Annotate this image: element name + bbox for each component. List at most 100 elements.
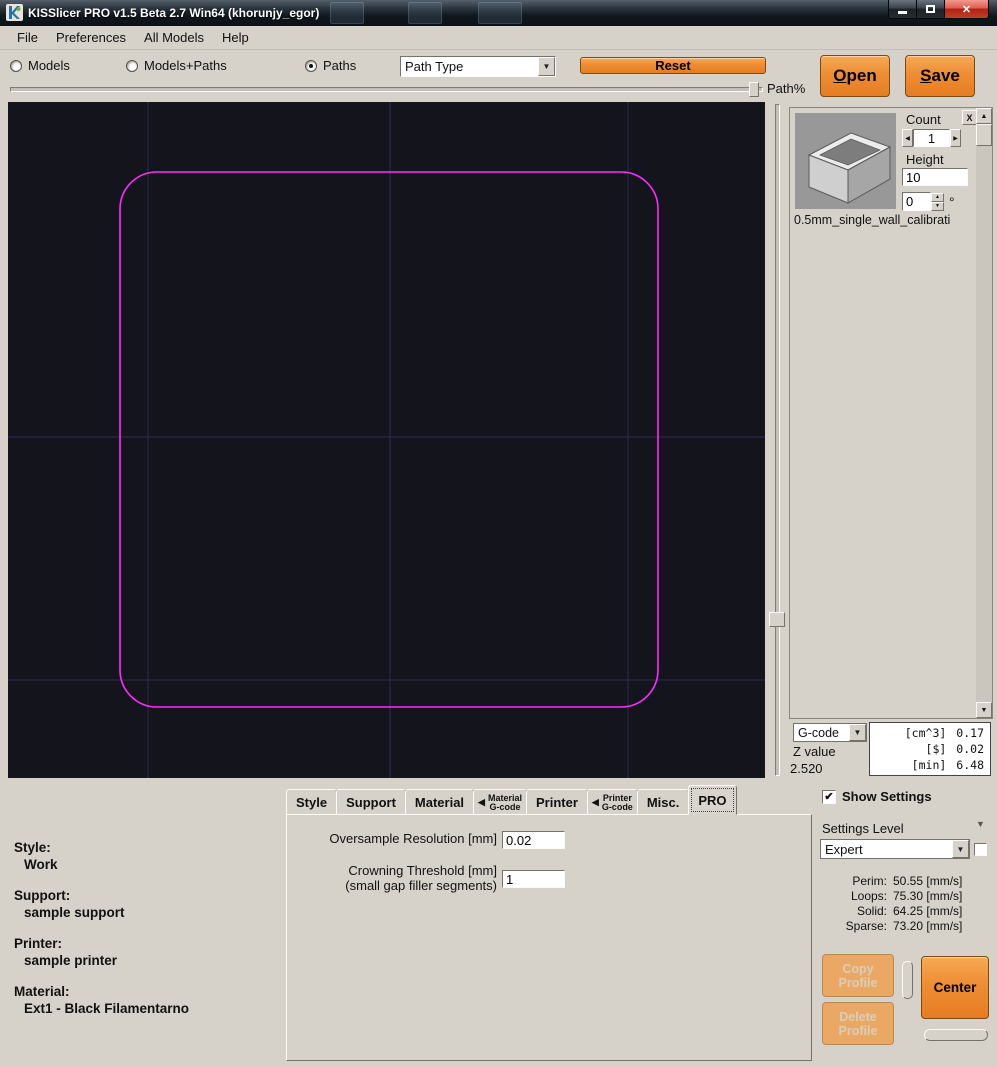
summary-style-label: Style: bbox=[14, 840, 189, 855]
delete-profile-button[interactable]: DeleteProfile bbox=[822, 1002, 894, 1045]
close-icon: ✕ bbox=[962, 3, 971, 16]
model-delete-button[interactable]: X bbox=[962, 110, 977, 125]
tab-printer-gcode[interactable]: ◀ PrinterG-code bbox=[587, 789, 638, 815]
count-increment-button[interactable]: ▶ bbox=[950, 129, 961, 147]
menu-bar: File Preferences All Models Help bbox=[0, 26, 997, 50]
model-thumbnail[interactable] bbox=[795, 113, 896, 209]
radio-paths[interactable]: Paths bbox=[305, 58, 356, 73]
collapse-arrow-icon[interactable]: ▼ bbox=[976, 819, 985, 829]
tab-printer[interactable]: Printer bbox=[526, 789, 588, 815]
aero-ghost bbox=[408, 2, 442, 24]
model-list-scrollbar[interactable]: ▲ ▼ bbox=[976, 108, 992, 718]
checkbox-checked-icon: ✔ bbox=[822, 790, 836, 804]
rotation-up-button[interactable]: ▲ bbox=[931, 193, 944, 202]
rotation-down-button[interactable]: ▼ bbox=[931, 202, 944, 211]
profile-summary: Style:Work Support:sample support Printe… bbox=[14, 840, 189, 1032]
settings-level-label: Settings Level bbox=[822, 821, 904, 836]
scroll-down-button[interactable]: ▼ bbox=[976, 702, 992, 718]
path-type-dropdown[interactable]: Path Type ▼ bbox=[400, 56, 556, 77]
path-percent-slider-handle[interactable] bbox=[749, 82, 759, 97]
up-arrow-icon: ▲ bbox=[935, 194, 940, 200]
tab-support[interactable]: Support bbox=[336, 789, 406, 815]
pro-tab-panel: Oversample Resolution [mm] Crowning Thre… bbox=[286, 814, 812, 1061]
open-button[interactable]: Open bbox=[820, 55, 890, 97]
menu-file[interactable]: File bbox=[8, 27, 47, 48]
down-arrow-icon: ▼ bbox=[935, 203, 940, 209]
tab-pro[interactable]: PRO bbox=[688, 785, 736, 815]
title-bar[interactable]: KISSlicer PRO v1.5 Beta 2.7 Win64 (khoru… bbox=[0, 0, 997, 26]
crowning-input[interactable] bbox=[502, 870, 565, 888]
scroll-thumb[interactable] bbox=[976, 124, 992, 146]
summary-material-label: Material: bbox=[14, 984, 189, 999]
viewport-3d[interactable] bbox=[8, 102, 765, 778]
radio-models[interactable]: Models bbox=[10, 58, 70, 73]
viewport-canvas bbox=[8, 102, 765, 778]
left-triangle-icon: ◀ bbox=[478, 797, 485, 808]
tab-material-gcode[interactable]: ◀ MaterialG-code bbox=[473, 789, 527, 815]
tab-material[interactable]: Material bbox=[405, 789, 474, 815]
reset-button[interactable]: Reset bbox=[580, 57, 766, 74]
minimize-icon bbox=[898, 11, 907, 14]
z-value-label: Z value bbox=[793, 744, 836, 759]
tab-style[interactable]: Style bbox=[286, 789, 337, 815]
count-decrement-button[interactable]: ◀ bbox=[902, 129, 913, 147]
summary-support-label: Support: bbox=[14, 888, 189, 903]
z-value: 2.520 bbox=[790, 761, 823, 776]
aero-ghost bbox=[478, 2, 522, 24]
reset-label: Reset bbox=[655, 58, 690, 73]
aero-ghost bbox=[330, 2, 364, 24]
speed-readout: Perim:50.55 [mm/s] Loops:75.30 [mm/s] So… bbox=[818, 874, 990, 933]
gcode-value: G-code bbox=[794, 724, 849, 741]
stat-volume-unit: [cm^3] bbox=[876, 726, 946, 740]
settings-tabs: Style Support Material ◀ MaterialG-code … bbox=[286, 785, 736, 815]
layer-slider-track[interactable] bbox=[775, 104, 780, 776]
show-settings-checkbox[interactable]: ✔ Show Settings bbox=[822, 789, 932, 804]
copy-profile-button[interactable]: CopyProfile bbox=[822, 954, 894, 997]
profile-vertical-grip[interactable] bbox=[902, 961, 913, 999]
stat-time-value: 6.48 bbox=[956, 758, 984, 772]
crowning-label: Crowning Threshold [mm] (small gap fille… bbox=[301, 863, 497, 893]
model-name[interactable]: 0.5mm_single_wall_calibrati bbox=[794, 213, 990, 227]
oversample-input[interactable] bbox=[502, 831, 565, 849]
save-button[interactable]: Save bbox=[905, 55, 975, 97]
summary-material-value: Ext1 - Black Filamentarno bbox=[14, 1001, 189, 1016]
radio-models-circle bbox=[10, 60, 22, 72]
count-field[interactable]: 1 bbox=[913, 129, 950, 147]
radio-models-paths[interactable]: Models+Paths bbox=[126, 58, 227, 73]
print-stats-box: [cm^3]0.17 [$]0.02 [min]6.48 bbox=[869, 722, 991, 776]
menu-preferences[interactable]: Preferences bbox=[47, 27, 135, 48]
height-input[interactable] bbox=[902, 168, 968, 186]
tab-misc[interactable]: Misc. bbox=[637, 789, 690, 815]
maximize-icon bbox=[926, 5, 935, 13]
path-type-arrow-icon[interactable]: ▼ bbox=[538, 57, 555, 76]
center-button[interactable]: Center bbox=[921, 956, 989, 1019]
summary-printer-label: Printer: bbox=[14, 936, 189, 951]
extra-checkbox[interactable] bbox=[974, 843, 987, 856]
rotation-input[interactable] bbox=[902, 192, 931, 211]
radio-models-label: Models bbox=[28, 58, 70, 73]
path-percent-slider-track[interactable] bbox=[10, 87, 763, 92]
profile-horizontal-grip[interactable] bbox=[924, 1029, 988, 1041]
settings-level-arrow-icon[interactable]: ▼ bbox=[952, 840, 969, 858]
minimize-button[interactable] bbox=[888, 0, 917, 19]
left-triangle-icon: ◀ bbox=[592, 797, 599, 808]
height-label: Height bbox=[906, 152, 944, 167]
down-arrow-icon: ▼ bbox=[981, 707, 988, 714]
settings-level-dropdown[interactable]: Expert ▼ bbox=[820, 839, 970, 859]
gcode-dropdown[interactable]: G-code ▼ bbox=[793, 723, 867, 742]
stat-time-unit: [min] bbox=[876, 758, 946, 772]
layer-slider-handle[interactable] bbox=[769, 612, 785, 627]
menu-help[interactable]: Help bbox=[213, 27, 258, 48]
maximize-button[interactable] bbox=[916, 0, 945, 19]
path-percent-label: Path% bbox=[767, 81, 805, 96]
scroll-up-button[interactable]: ▲ bbox=[976, 108, 992, 124]
menu-all-models[interactable]: All Models bbox=[135, 27, 213, 48]
window-title: KISSlicer PRO v1.5 Beta 2.7 Win64 (khoru… bbox=[28, 6, 319, 20]
radio-models-paths-circle bbox=[126, 60, 138, 72]
summary-style-value: Work bbox=[14, 857, 189, 872]
gcode-arrow-icon[interactable]: ▼ bbox=[849, 724, 866, 741]
count-label: Count bbox=[906, 112, 941, 127]
up-arrow-icon: ▲ bbox=[981, 113, 988, 120]
stat-volume-value: 0.17 bbox=[956, 726, 984, 740]
close-button[interactable]: ✕ bbox=[944, 0, 989, 19]
